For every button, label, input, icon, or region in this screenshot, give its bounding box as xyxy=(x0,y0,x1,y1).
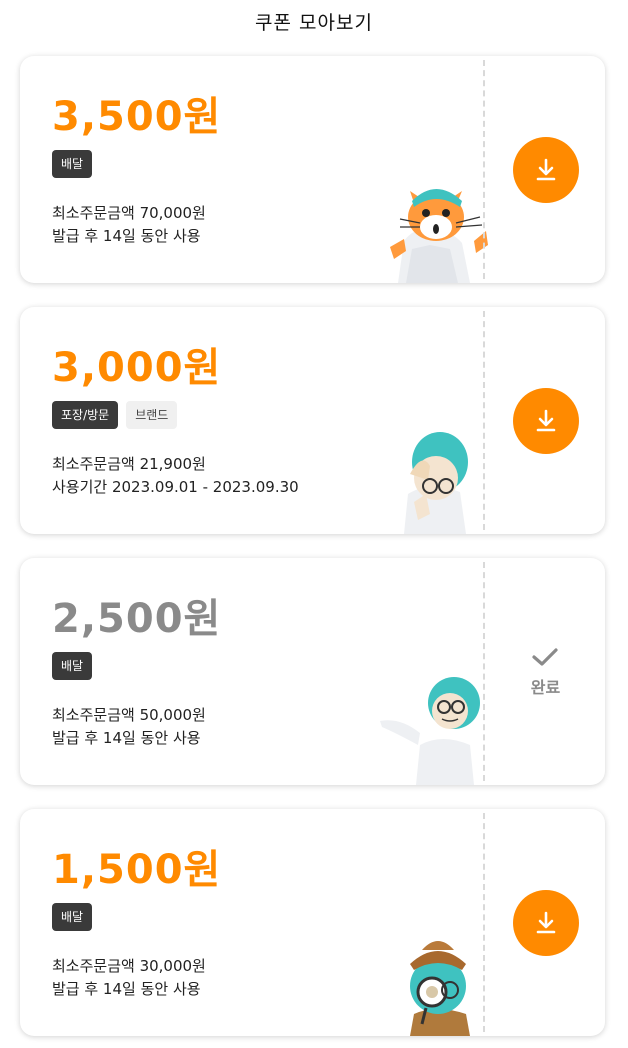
min-order-text: 최소주문금액 50,000원 xyxy=(52,706,206,724)
coupon-info: 최소주문금액 21,900원 사용기간 2023.09.01 - 2023.09… xyxy=(52,453,299,499)
download-button[interactable] xyxy=(512,387,579,454)
coupon-tag: 배달 xyxy=(52,150,93,178)
coupon-tags: 배달 xyxy=(52,652,93,680)
coupon-info: 최소주문금액 70,000원 발급 후 14일 동안 사용 xyxy=(52,202,206,248)
coupon-tag: 포장/방문 xyxy=(52,401,119,429)
coupon-divider xyxy=(483,60,485,279)
download-icon xyxy=(536,911,555,933)
coupon-action: 완료 xyxy=(486,558,605,785)
coupon-card: 3,000원 포장/방문 브랜드 최소주문금액 21,900원 사용기간 202… xyxy=(20,307,605,534)
min-order-text: 최소주문금액 21,900원 xyxy=(52,455,206,473)
coupon-info: 최소주문금액 50,000원 발급 후 14일 동안 사용 xyxy=(52,704,206,750)
page-title: 쿠폰 모아보기 xyxy=(255,12,373,34)
coupon-body: 1,500원 배달 최소주문금액 30,000원 발급 후 14일 동안 사용 xyxy=(20,809,485,1036)
coupon-amount: 1,500원 xyxy=(52,847,222,893)
validity-text: 발급 후 14일 동안 사용 xyxy=(52,227,201,245)
detective-mascot-illustration xyxy=(410,941,470,1036)
check-icon xyxy=(532,647,559,666)
coupon-amount: 2,500원 xyxy=(52,596,222,642)
coupon-divider xyxy=(483,813,485,1032)
pointing-mascot-illustration xyxy=(380,677,480,785)
coupon-action xyxy=(486,809,605,1036)
coupon-action xyxy=(486,56,605,283)
worried-mascot-illustration xyxy=(404,432,468,534)
coupon-card: 2,500원 배달 최소주문금액 50,000원 발급 후 14일 동안 사용 xyxy=(20,558,605,785)
coupon-list: 3,500원 배달 최소주문금액 70,000원 발급 후 14일 동안 사용 xyxy=(20,56,605,1048)
min-order-text: 최소주문금액 70,000원 xyxy=(52,204,206,222)
coupon-tag: 배달 xyxy=(52,903,93,931)
download-icon xyxy=(536,158,555,180)
download-button[interactable] xyxy=(512,136,579,203)
coupon-action xyxy=(486,307,605,534)
cat-mascot-illustration xyxy=(390,189,488,283)
done-label: 완료 xyxy=(530,677,561,697)
coupon-tag: 배달 xyxy=(52,652,93,680)
coupon-tags: 배달 xyxy=(52,150,93,178)
coupon-tags: 배달 xyxy=(52,903,93,931)
validity-text: 발급 후 14일 동안 사용 xyxy=(52,980,201,998)
coupon-page: 쿠폰 모아보기 3,500원 배달 최소주문금액 70,000원 발급 후 14… xyxy=(0,0,628,1048)
download-button[interactable] xyxy=(512,889,579,956)
download-icon xyxy=(536,409,555,431)
coupon-tags: 포장/방문 브랜드 xyxy=(52,401,178,429)
coupon-divider xyxy=(483,311,485,530)
coupon-info: 최소주문금액 30,000원 발급 후 14일 동안 사용 xyxy=(52,955,206,1001)
download-complete: 완료 xyxy=(531,646,560,698)
min-order-text: 최소주문금액 30,000원 xyxy=(52,957,206,975)
coupon-amount: 3,000원 xyxy=(52,345,222,391)
coupon-body: 2,500원 배달 최소주문금액 50,000원 발급 후 14일 동안 사용 xyxy=(20,558,485,785)
coupon-card: 1,500원 배달 최소주문금액 30,000원 발급 후 14일 동안 사용 xyxy=(20,809,605,1036)
coupon-body: 3,000원 포장/방문 브랜드 최소주문금액 21,900원 사용기간 202… xyxy=(20,307,485,534)
coupon-body: 3,500원 배달 최소주문금액 70,000원 발급 후 14일 동안 사용 xyxy=(20,56,488,283)
coupon-amount: 3,500원 xyxy=(52,94,222,140)
coupon-card: 3,500원 배달 최소주문금액 70,000원 발급 후 14일 동안 사용 xyxy=(20,56,605,283)
validity-text: 사용기간 2023.09.01 - 2023.09.30 xyxy=(52,478,299,496)
coupon-tag: 브랜드 xyxy=(126,401,178,429)
validity-text: 발급 후 14일 동안 사용 xyxy=(52,729,201,747)
coupon-divider xyxy=(483,562,485,781)
